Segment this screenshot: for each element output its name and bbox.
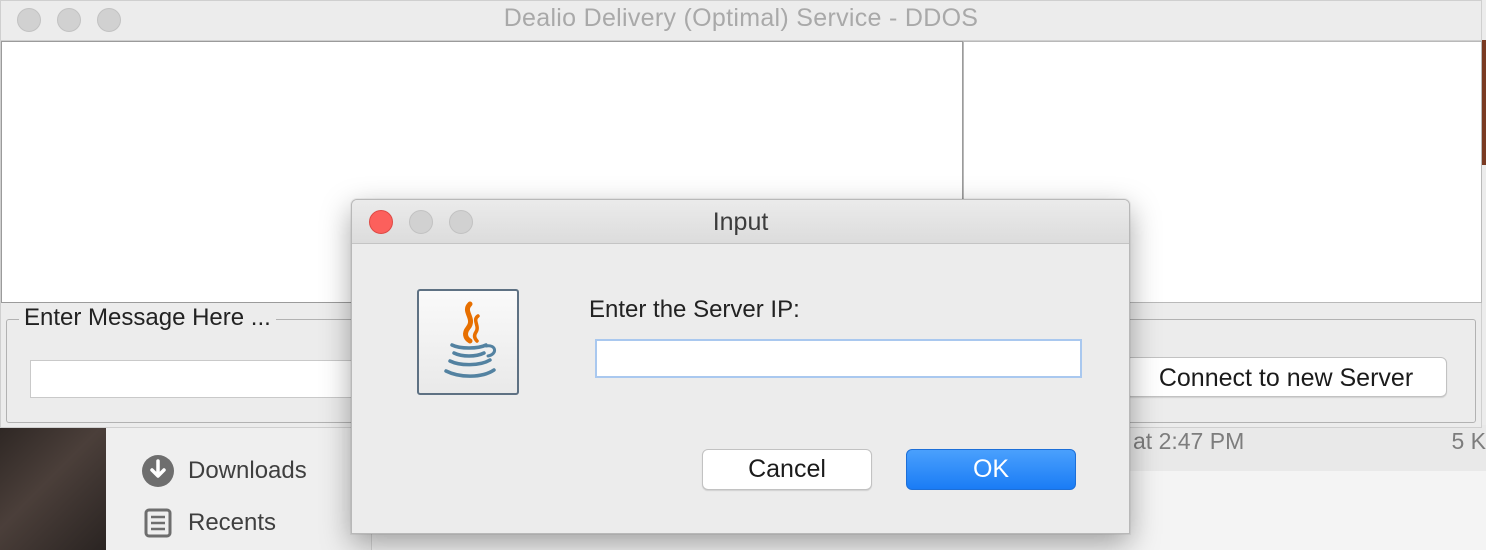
sidebar-item-recents[interactable]: Recents bbox=[140, 505, 276, 541]
input-dialog: Input Enter the Server IP: Cancel OK bbox=[351, 199, 1130, 534]
message-input[interactable] bbox=[30, 360, 390, 398]
desktop-wallpaper bbox=[0, 425, 106, 550]
ok-button[interactable]: OK bbox=[906, 449, 1076, 490]
sidebar-item-label: Downloads bbox=[188, 457, 307, 484]
window-title: Dealio Delivery (Optimal) Service - DDOS bbox=[503, 4, 979, 32]
connect-server-button[interactable]: Connect to new Server bbox=[1125, 357, 1447, 397]
main-titlebar: Dealio Delivery (Optimal) Service - DDOS bbox=[1, 1, 1481, 41]
download-icon bbox=[140, 453, 176, 489]
recents-icon bbox=[140, 505, 176, 541]
file-row[interactable]: at 2:47 PM 5 K bbox=[1130, 425, 1486, 471]
cancel-button[interactable]: Cancel bbox=[702, 449, 872, 490]
file-size: 5 K bbox=[1451, 428, 1486, 454]
message-group-label: Enter Message Here ... bbox=[19, 304, 276, 332]
file-date: at 2:47 PM bbox=[1133, 428, 1245, 454]
server-ip-input[interactable] bbox=[595, 339, 1082, 378]
java-icon bbox=[417, 289, 519, 395]
server-ip-prompt: Enter the Server IP: bbox=[589, 296, 800, 323]
sidebar-item-label: Recents bbox=[188, 509, 277, 536]
dialog-title: Input bbox=[712, 208, 769, 236]
dialog-titlebar: Input bbox=[352, 200, 1129, 244]
sidebar-item-downloads[interactable]: Downloads bbox=[140, 453, 307, 489]
